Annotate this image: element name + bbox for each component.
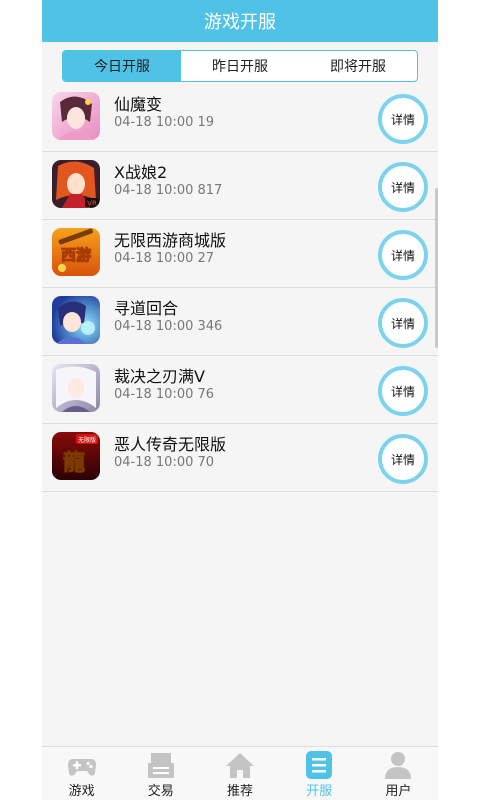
nav-label: 游戏	[68, 784, 95, 799]
detail-button[interactable]: 详情	[378, 94, 428, 144]
bottom-nav: 游戏 交易 推荐 开服 用户	[42, 746, 438, 800]
server-info: 04-18 10:00 346	[114, 319, 223, 334]
list-icon	[306, 751, 333, 779]
nav-item-recommend[interactable]: 推荐	[200, 747, 279, 800]
tab-today[interactable]: 今日开服	[63, 51, 181, 81]
list-item[interactable]: 无限版 龍 恶人传奇无限版 04-18 10:00 70 详情	[42, 424, 438, 492]
server-info: 04-18 10:00 27	[114, 251, 215, 266]
server-info: 04-18 10:00 70	[114, 455, 215, 470]
list-item[interactable]: VR X战娘2 04-18 10:00 817 详情	[42, 152, 438, 220]
server-info: 04-18 10:00 817	[114, 183, 223, 198]
svg-text:无限版: 无限版	[78, 436, 96, 444]
svg-text:VR: VR	[87, 200, 97, 208]
detail-button[interactable]: 详情	[378, 298, 428, 348]
detail-button[interactable]: 详情	[378, 230, 428, 280]
gamepad-icon	[67, 759, 96, 776]
tab-yesterday[interactable]: 昨日开服	[181, 51, 299, 81]
nav-label: 交易	[147, 784, 174, 799]
title-bar: 游戏开服	[42, 0, 438, 42]
game-name: 恶人传奇无限版	[114, 435, 227, 454]
server-tabs: 今日开服 昨日开服 即将开服	[62, 50, 418, 82]
nav-label: 推荐	[227, 784, 254, 799]
nav-label: 用户	[385, 784, 412, 799]
nav-item-games[interactable]: 游戏	[42, 747, 121, 800]
server-list: 仙魔变 04-18 10:00 19 详情 VR X战娘2 04-18 10:0…	[42, 84, 438, 492]
game-name: 仙魔变	[114, 95, 163, 114]
nav-item-trade[interactable]: 交易	[121, 747, 200, 800]
detail-button[interactable]: 详情	[378, 434, 428, 484]
game-name: X战娘2	[114, 163, 168, 182]
eren-chuanqi-icon: 无限版 龍	[52, 432, 100, 480]
detail-button[interactable]: 详情	[378, 366, 428, 416]
svg-text:龍: 龍	[63, 450, 85, 476]
xzhanniang-icon: VR	[52, 160, 100, 208]
detail-button[interactable]: 详情	[378, 162, 428, 212]
game-name: 无限西游商城版	[114, 231, 227, 250]
nav-item-user[interactable]: 用户	[359, 747, 438, 800]
nav-item-servers[interactable]: 开服	[280, 747, 359, 800]
trade-icon	[147, 753, 174, 778]
home-icon	[226, 753, 254, 778]
list-item[interactable]: 裁决之刃满V 04-18 10:00 76 详情	[42, 356, 438, 424]
xundao-icon	[52, 296, 100, 344]
scrollbar[interactable]	[435, 188, 438, 348]
xianmobian-icon	[52, 92, 100, 140]
list-item[interactable]: 仙魔变 04-18 10:00 19 详情	[42, 84, 438, 152]
server-info: 04-18 10:00 76	[114, 387, 215, 402]
tab-upcoming[interactable]: 即将开服	[299, 51, 417, 81]
xiyou-icon: 西游	[52, 228, 100, 276]
server-info: 04-18 10:00 19	[114, 115, 215, 130]
caijue-icon	[52, 364, 100, 412]
game-name: 寻道回合	[114, 299, 179, 318]
list-item[interactable]: 寻道回合 04-18 10:00 346 详情	[42, 288, 438, 356]
list-item[interactable]: 西游 无限西游商城版 04-18 10:00 27 详情	[42, 220, 438, 288]
game-name: 裁决之刃满V	[114, 367, 205, 386]
page-title: 游戏开服	[204, 12, 276, 33]
user-icon	[385, 752, 412, 779]
app-screen: 游戏开服 今日开服 昨日开服 即将开服 仙魔变 04-18 10:00 19 详…	[42, 0, 438, 800]
nav-label: 开服	[306, 784, 333, 799]
svg-text:西游: 西游	[61, 246, 91, 264]
